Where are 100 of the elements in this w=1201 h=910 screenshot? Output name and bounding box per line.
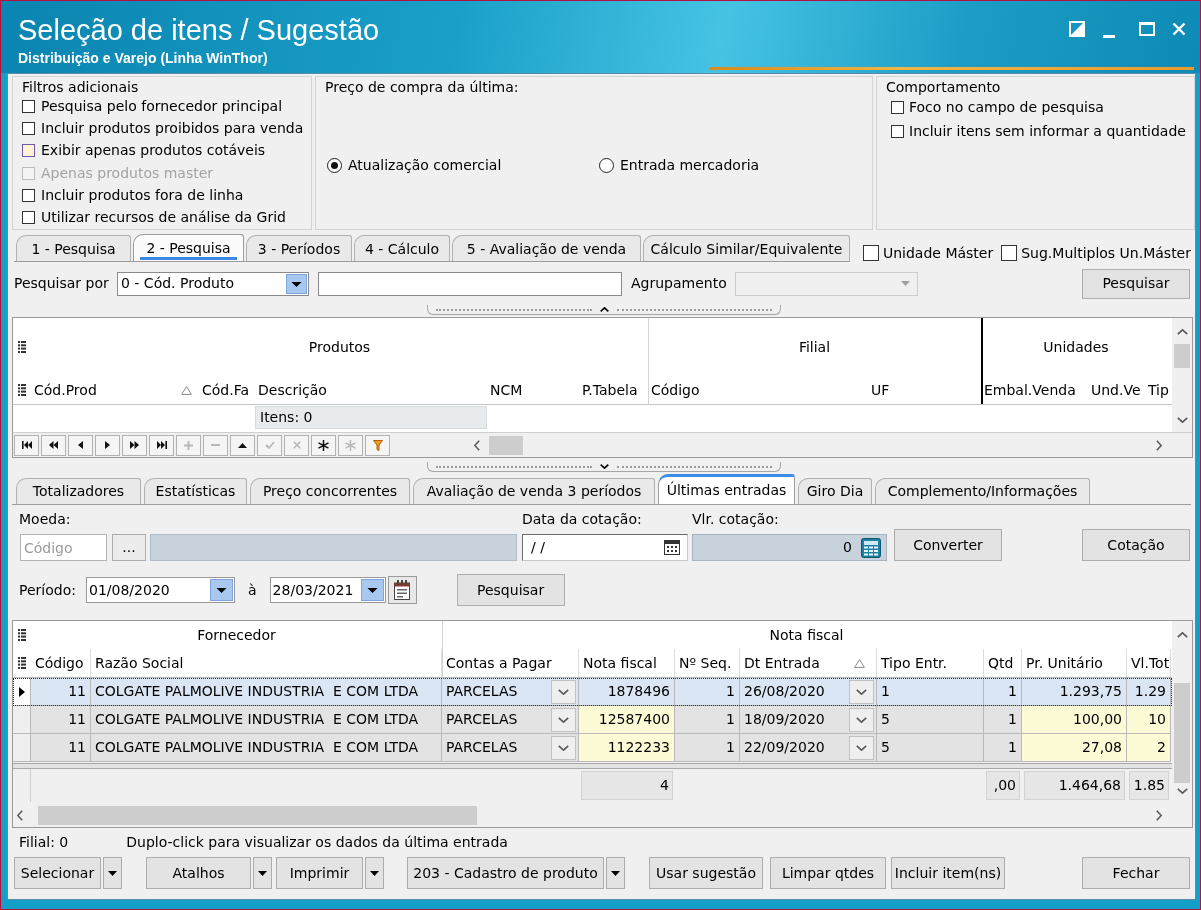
column-header[interactable]: Embal.Venda xyxy=(981,376,1088,404)
column-header[interactable]: Descrição xyxy=(255,376,487,404)
action-button[interactable]: Atalhos xyxy=(146,857,251,889)
action-button[interactable]: Usar sugestão xyxy=(649,857,763,889)
action-button[interactable]: Limpar qtdes xyxy=(770,857,886,889)
calendar-button[interactable] xyxy=(387,576,417,604)
tab[interactable]: 5 - Avaliação de venda xyxy=(452,235,641,261)
dropdown-icon[interactable] xyxy=(360,579,384,601)
navigator-button[interactable] xyxy=(95,434,120,456)
column-header[interactable]: Qtd xyxy=(984,649,1022,677)
column-header[interactable]: Und.Ve xyxy=(1088,376,1145,404)
checkbox[interactable] xyxy=(22,144,35,158)
date-select[interactable]: 01/08/2020 xyxy=(86,577,235,603)
tab[interactable]: Complemento/Informações xyxy=(875,478,1090,504)
list-icon[interactable] xyxy=(18,341,26,353)
tab[interactable]: 2 - Pesquisa xyxy=(133,234,244,261)
tab[interactable]: Cálculo Similar/Equivalente xyxy=(643,235,850,261)
search-button[interactable]: Pesquisar xyxy=(456,574,565,606)
chevron-left-icon[interactable] xyxy=(474,439,480,451)
calculator-icon[interactable] xyxy=(861,537,881,558)
column-header[interactable]: Tip xyxy=(1145,376,1171,404)
table-row[interactable]: 11 COLGATE PALMOLIVE INDUSTRIA E COM LTDA PARCELAS 12587400 1 18/09/2020 5 1 100,00 10 xyxy=(13,706,1172,734)
chevron-down-icon[interactable] xyxy=(558,688,569,695)
chevron-left-icon[interactable] xyxy=(17,809,23,821)
navigator-button[interactable] xyxy=(122,434,147,456)
caret-up-icon[interactable] xyxy=(599,307,609,312)
chevron-down-icon[interactable] xyxy=(558,744,569,751)
navigator-button[interactable] xyxy=(41,434,66,456)
list-icon[interactable] xyxy=(18,629,26,641)
column-header[interactable]: Código xyxy=(648,376,868,404)
list-icon[interactable] xyxy=(18,384,26,396)
chevron-right-icon[interactable] xyxy=(1156,439,1162,451)
column-header[interactable]: Tipo Entr. xyxy=(877,649,984,677)
search-button[interactable]: Pesquisar xyxy=(1082,268,1190,299)
date-field[interactable]: / / xyxy=(522,534,688,561)
scroll-thumb[interactable] xyxy=(1174,344,1190,368)
action-button[interactable]: Selecionar xyxy=(14,857,101,889)
column-header[interactable]: Dt Entrada xyxy=(740,649,877,677)
checkbox[interactable] xyxy=(22,211,35,225)
caret-down-icon[interactable] xyxy=(108,870,117,876)
tab[interactable]: Últimas entradas xyxy=(658,474,795,504)
combo-cell[interactable]: 22/09/2020 xyxy=(740,734,877,762)
checkbox[interactable] xyxy=(22,99,35,113)
chevron-right-icon[interactable] xyxy=(1156,809,1162,821)
dropdown-icon[interactable] xyxy=(210,579,233,601)
column-header[interactable]: NCM xyxy=(487,376,579,404)
column-header[interactable]: Razão Social xyxy=(91,649,442,677)
checkbox[interactable] xyxy=(22,188,35,202)
checkbox[interactable] xyxy=(1001,245,1018,261)
chevron-up-icon[interactable] xyxy=(1176,329,1188,335)
caret-down-icon[interactable] xyxy=(370,870,379,876)
dropdown-icon[interactable] xyxy=(286,273,307,294)
tab[interactable]: Giro Dia xyxy=(798,478,872,504)
navigator-button[interactable] xyxy=(311,434,336,456)
vertical-scrollbar[interactable] xyxy=(1172,318,1192,432)
checkbox[interactable] xyxy=(891,100,904,114)
tab[interactable]: Estatísticas xyxy=(144,478,247,504)
column-header[interactable]: Contas a Pagar xyxy=(442,649,579,677)
dropdown-button[interactable] xyxy=(253,857,272,889)
action-button[interactable]: Incluir item(ns) xyxy=(891,857,1005,889)
chevron-down-icon[interactable] xyxy=(856,744,867,751)
checkbox[interactable] xyxy=(22,122,35,135)
date-select[interactable]: 28/03/2021 xyxy=(269,577,386,603)
column-header[interactable]: Nº Seq. xyxy=(675,649,740,677)
table-row[interactable]: 11 COLGATE PALMOLIVE INDUSTRIA E COM LTDA PARCELAS 1122233 1 22/09/2020 5 1 27,08 2 xyxy=(13,734,1172,762)
scroll-thumb[interactable] xyxy=(1174,683,1190,783)
column-header[interactable]: Cód.Fa xyxy=(199,376,255,404)
combo-cell[interactable]: PARCELAS xyxy=(442,734,579,762)
checkbox[interactable] xyxy=(891,124,904,138)
column-header[interactable]: UF xyxy=(868,376,981,404)
maximize-icon[interactable] xyxy=(1139,22,1155,36)
action-button[interactable]: Imprimir xyxy=(276,857,363,889)
splitter-handle[interactable] xyxy=(427,462,781,472)
calendar-icon[interactable] xyxy=(664,540,680,555)
column-header[interactable]: P.Tabela xyxy=(579,376,648,404)
value-field[interactable]: 0 xyxy=(692,534,887,561)
select-field[interactable]: 0 - Cód. Produto xyxy=(117,271,309,296)
caret-down-icon[interactable] xyxy=(599,464,609,469)
tab[interactable]: 1 - Pesquisa xyxy=(16,235,131,261)
half-filled-square-icon[interactable] xyxy=(1069,21,1085,37)
dropdown-button[interactable] xyxy=(103,857,122,889)
scroll-thumb[interactable] xyxy=(489,435,523,455)
radio-button[interactable] xyxy=(599,157,614,173)
action-button[interactable]: Fechar xyxy=(1082,857,1190,889)
tab[interactable]: 4 - Cálculo xyxy=(354,235,450,261)
quote-button[interactable]: Cotação xyxy=(1082,529,1190,561)
close-icon[interactable] xyxy=(1172,22,1186,36)
column-header[interactable]: Cód.Prod xyxy=(31,376,199,404)
chevron-down-icon[interactable] xyxy=(558,716,569,723)
chevron-down-icon[interactable] xyxy=(1176,417,1188,423)
table-row[interactable]: 11 COLGATE PALMOLIVE INDUSTRIA E COM LTDA PARCELAS 1878496 1 26/08/2020 1 1 1.293,75 1.29 xyxy=(13,678,1172,706)
combo-cell[interactable]: 18/09/2020 xyxy=(740,706,877,734)
browse-button[interactable]: ... xyxy=(112,534,146,561)
column-header[interactable]: Código xyxy=(31,649,91,677)
column-header[interactable]: Pr. Unitário xyxy=(1022,649,1127,677)
tab[interactable]: Preço concorrentes xyxy=(250,478,410,504)
splitter-handle[interactable] xyxy=(427,305,781,315)
navigator-button[interactable] xyxy=(149,434,174,456)
radio-button[interactable] xyxy=(327,157,342,173)
list-icon[interactable] xyxy=(18,657,26,669)
